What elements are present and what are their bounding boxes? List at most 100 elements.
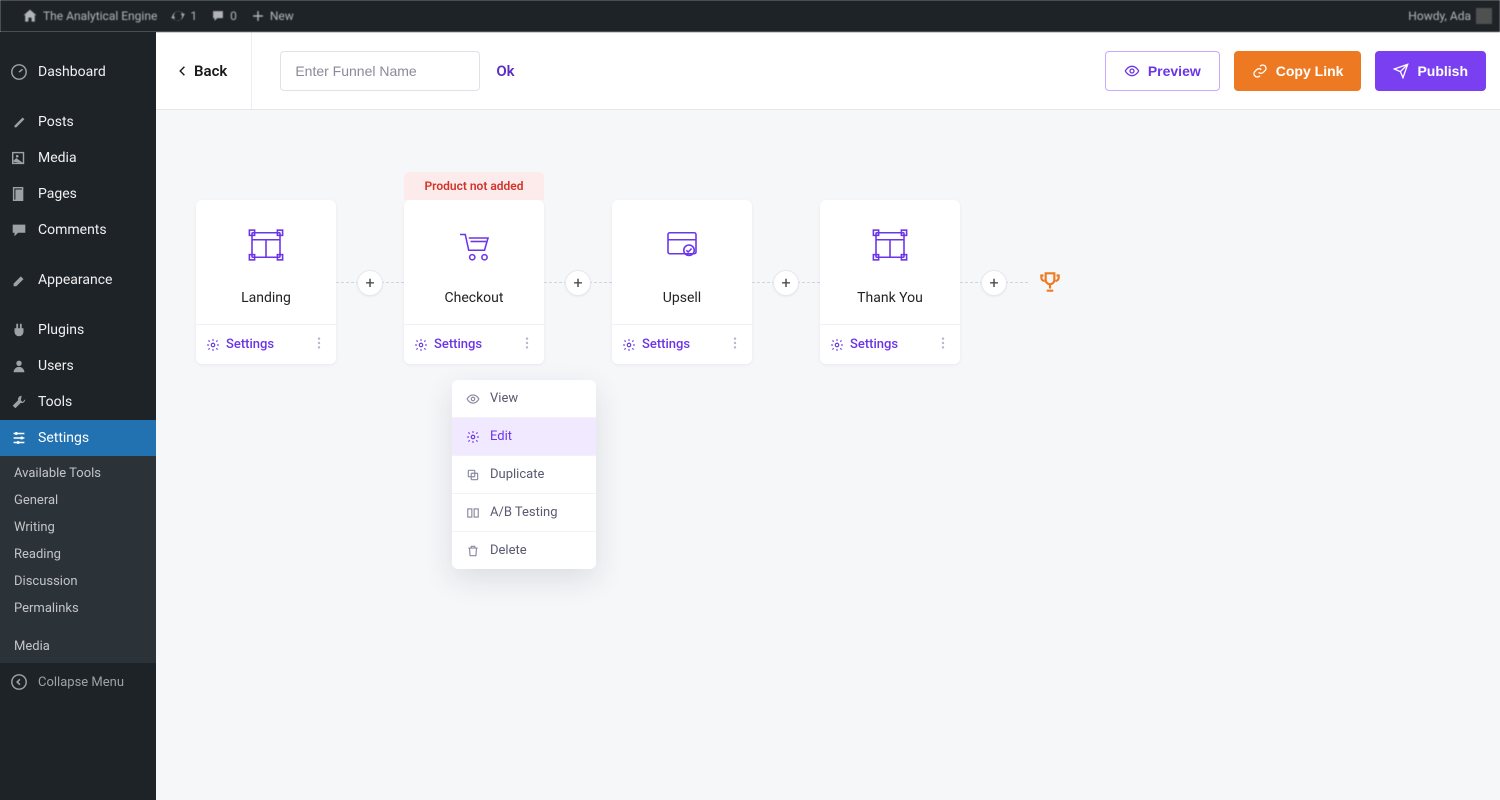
step-title: Checkout xyxy=(404,290,544,324)
add-step-button[interactable]: + xyxy=(981,270,1007,296)
landing-icon xyxy=(196,200,336,290)
step-title: Thank You xyxy=(820,290,960,324)
sidebar-item-label: Users xyxy=(38,358,74,374)
publish-label: Publish xyxy=(1417,63,1468,79)
sidebar-item-users[interactable]: Users xyxy=(0,348,156,384)
step-upsell[interactable]: Upsell Settings xyxy=(612,200,752,364)
submenu-item-general[interactable]: General xyxy=(0,487,156,514)
add-step-button[interactable]: + xyxy=(773,270,799,296)
step-more-button[interactable] xyxy=(520,336,534,353)
step-actions-popover: View Edit Duplicate A/B Testing Delete xyxy=(452,380,596,569)
gear-icon xyxy=(206,338,220,352)
back-label: Back xyxy=(194,62,227,80)
funnel-topbar: Back Ok Preview Copy Link Publish xyxy=(156,32,1500,110)
step-more-button[interactable] xyxy=(936,336,950,353)
comments-link[interactable]: 0 xyxy=(211,9,237,23)
step-settings-button[interactable]: Settings xyxy=(830,337,898,352)
site-link[interactable]: The Analytical Engine xyxy=(22,8,157,24)
sidebar-item-dashboard[interactable]: Dashboard xyxy=(0,54,156,90)
connector: + xyxy=(336,282,404,283)
cart-icon xyxy=(404,200,544,290)
sidebar-item-comments[interactable]: Comments xyxy=(0,212,156,248)
step-thankyou[interactable]: Thank You Settings xyxy=(820,200,960,364)
step-settings-button[interactable]: Settings xyxy=(622,337,690,352)
sidebar-item-plugins[interactable]: Plugins xyxy=(0,312,156,348)
main-area: Back Ok Preview Copy Link Publish xyxy=(156,32,1500,800)
step-title: Upsell xyxy=(612,290,752,324)
submenu-item-permalinks[interactable]: Permalinks xyxy=(0,595,156,622)
wp-sidebar: Dashboard Posts Media Pages Comments App… xyxy=(0,32,156,800)
sidebar-item-label: Tools xyxy=(38,394,72,410)
add-step-button[interactable]: + xyxy=(565,270,591,296)
ok-button[interactable]: Ok xyxy=(496,62,514,80)
eye-icon xyxy=(466,392,480,406)
wp-admin-bar: The Analytical Engine 1 0 New Howdy, Ada xyxy=(0,0,1500,32)
copy-label: Copy Link xyxy=(1276,63,1344,79)
submenu-item-available-tools[interactable]: Available Tools xyxy=(0,460,156,487)
step-settings-button[interactable]: Settings xyxy=(206,337,274,352)
sidebar-item-settings[interactable]: Settings xyxy=(0,420,156,456)
back-button[interactable]: Back xyxy=(156,32,252,109)
popover-label: A/B Testing xyxy=(490,505,558,520)
submenu-item-reading[interactable]: Reading xyxy=(0,541,156,568)
new-content-link[interactable]: New xyxy=(251,9,294,23)
popover-label: Duplicate xyxy=(490,467,544,482)
submenu-item-writing[interactable]: Writing xyxy=(0,514,156,541)
step-more-button[interactable] xyxy=(312,336,326,353)
dots-vertical-icon xyxy=(728,336,742,350)
popover-label: Edit xyxy=(490,429,512,444)
funnel-canvas[interactable]: Landing Settings + xyxy=(156,110,1500,800)
gear-icon xyxy=(414,338,428,352)
updates-link[interactable]: 1 xyxy=(171,9,197,23)
funnel-name-input[interactable] xyxy=(280,51,480,91)
flow-end-icon xyxy=(1028,260,1072,304)
dots-vertical-icon xyxy=(936,336,950,350)
add-step-button[interactable]: + xyxy=(357,270,383,296)
avatar xyxy=(1476,8,1492,24)
popover-duplicate[interactable]: Duplicate xyxy=(452,456,596,494)
preview-button[interactable]: Preview xyxy=(1105,51,1220,91)
step-landing[interactable]: Landing Settings xyxy=(196,200,336,364)
popover-view[interactable]: View xyxy=(452,380,596,418)
sidebar-item-label: Pages xyxy=(38,186,77,202)
sidebar-item-pages[interactable]: Pages xyxy=(0,176,156,212)
step-checkout[interactable]: Product not added Checkout Settings xyxy=(404,200,544,364)
site-name: The Analytical Engine xyxy=(43,9,157,23)
sidebar-submenu-extra: Media xyxy=(0,630,156,663)
account-link[interactable]: Howdy, Ada xyxy=(1408,8,1492,24)
publish-button[interactable]: Publish xyxy=(1375,51,1486,91)
sidebar-item-appearance[interactable]: Appearance xyxy=(0,262,156,298)
link-icon xyxy=(1252,63,1268,79)
copy-link-button[interactable]: Copy Link xyxy=(1234,51,1362,91)
sidebar-item-tools[interactable]: Tools xyxy=(0,384,156,420)
step-badge: Product not added xyxy=(404,172,544,200)
submenu-item-media[interactable]: Media xyxy=(0,630,156,663)
comments-count: 0 xyxy=(230,9,237,23)
send-icon xyxy=(1393,63,1409,79)
popover-ab-testing[interactable]: A/B Testing xyxy=(452,494,596,532)
settings-label: Settings xyxy=(642,337,690,352)
collapse-menu[interactable]: Collapse Menu xyxy=(0,663,156,701)
split-icon xyxy=(466,506,480,520)
dots-vertical-icon xyxy=(312,336,326,350)
updates-count: 1 xyxy=(190,9,197,23)
copy-icon xyxy=(466,468,480,482)
step-more-button[interactable] xyxy=(728,336,742,353)
settings-label: Settings xyxy=(434,337,482,352)
sidebar-item-label: Media xyxy=(38,150,77,166)
submenu-item-discussion[interactable]: Discussion xyxy=(0,568,156,595)
upsell-icon xyxy=(612,200,752,290)
step-settings-button[interactable]: Settings xyxy=(414,337,482,352)
sidebar-item-label: Comments xyxy=(38,222,107,238)
sidebar-submenu: Available Tools General Writing Reading … xyxy=(0,456,156,630)
sidebar-item-media[interactable]: Media xyxy=(0,140,156,176)
preview-label: Preview xyxy=(1148,63,1201,79)
collapse-label: Collapse Menu xyxy=(38,675,124,690)
settings-label: Settings xyxy=(850,337,898,352)
sidebar-item-label: Plugins xyxy=(38,322,84,338)
thankyou-icon xyxy=(820,200,960,290)
sidebar-item-label: Dashboard xyxy=(38,64,106,80)
sidebar-item-posts[interactable]: Posts xyxy=(0,104,156,140)
popover-edit[interactable]: Edit xyxy=(452,418,596,456)
popover-delete[interactable]: Delete xyxy=(452,532,596,569)
